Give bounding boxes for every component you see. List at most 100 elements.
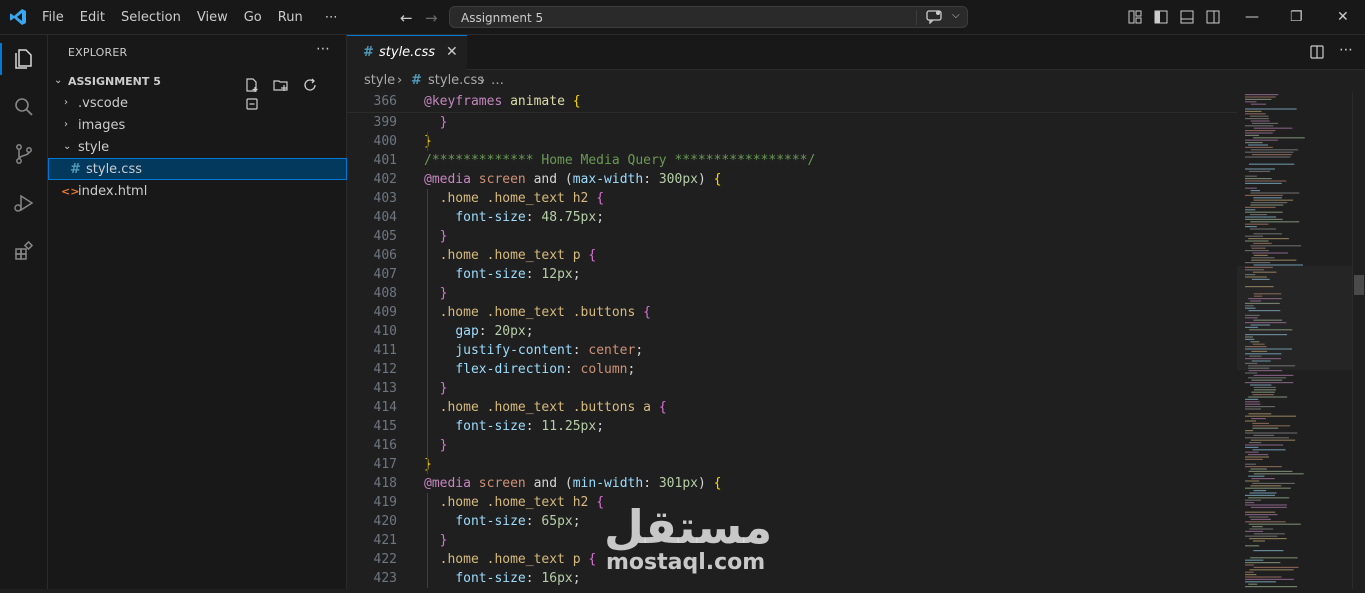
customize-layout-icon[interactable] [1128, 10, 1142, 24]
code-line[interactable]: 420 font-size: 65px; [347, 512, 1237, 531]
menu-edit[interactable]: Edit [72, 10, 113, 25]
back-arrow-icon[interactable]: ← [400, 9, 413, 27]
code-line[interactable]: 414 .home .home_text .buttons a { [347, 398, 1237, 417]
refresh-icon[interactable] [302, 77, 318, 93]
title-bar: File Edit Selection View Go Run ⋯ ← → As… [0, 0, 1365, 35]
code-line[interactable]: 419 .home .home_text h2 { [347, 493, 1237, 512]
tree-item-images[interactable]: › images [48, 115, 347, 137]
minimap-line [1252, 425, 1291, 427]
code-token: } [439, 115, 448, 130]
tree-item-style-folder[interactable]: ⌄ style [48, 137, 347, 159]
vscode-logo-icon[interactable] [9, 8, 27, 26]
code-line[interactable]: 404 font-size: 48.75px; [347, 208, 1237, 227]
code-line[interactable]: 406 .home .home_text p { [347, 246, 1237, 265]
search-icon[interactable] [12, 95, 36, 119]
line-number: 402 [373, 172, 397, 187]
minimap-line [1245, 420, 1256, 422]
menu-go[interactable]: Go [236, 10, 270, 25]
minimap[interactable] [1237, 92, 1352, 589]
minimap-line [1245, 240, 1269, 242]
menu-selection[interactable]: Selection [113, 10, 189, 25]
minimize-icon[interactable]: — [1245, 9, 1259, 25]
editor-more-button[interactable]: ⋯ [1339, 42, 1353, 58]
minimap-line [1250, 245, 1302, 247]
code-token: .home .home_text p [439, 248, 581, 263]
source-control-icon[interactable] [12, 142, 36, 166]
code-line[interactable]: 422 .home .home_text p { [347, 550, 1237, 569]
code-line[interactable]: 409 .home .home_text .buttons { [347, 303, 1237, 322]
code-line[interactable]: 423 font-size: 16px; [347, 569, 1237, 588]
run-debug-icon[interactable] [12, 191, 36, 215]
toggle-secondary-sidebar-icon[interactable] [1206, 10, 1220, 24]
extensions-icon[interactable] [12, 239, 36, 263]
code-line[interactable]: 413 } [347, 379, 1237, 398]
toggle-panel-icon[interactable] [1180, 10, 1194, 24]
minimap-line [1250, 192, 1300, 194]
code-line[interactable]: 408 } [347, 284, 1237, 303]
forward-arrow-icon[interactable]: → [425, 9, 438, 27]
code-line[interactable]: 410 gap: 20px; [347, 322, 1237, 341]
code-line[interactable]: 407 font-size: 12px; [347, 265, 1237, 284]
split-editor-icon[interactable] [1310, 45, 1324, 59]
tab-style-css[interactable]: # style.css ✕ [347, 35, 467, 70]
explorer-icon[interactable] [12, 47, 36, 71]
minimap-line [1251, 379, 1283, 381]
code-line[interactable]: 421 } [347, 531, 1237, 550]
minimap-line [1248, 516, 1269, 518]
code-line[interactable]: 417} [347, 455, 1237, 474]
chat-icon[interactable] [926, 10, 942, 24]
minimap-line [1253, 197, 1282, 199]
code-line[interactable]: 412 flex-direction: column; [347, 360, 1237, 379]
code-token: .home .home_text .buttons [439, 305, 636, 320]
code-line[interactable]: 405 } [347, 227, 1237, 246]
minimap-line [1245, 398, 1259, 400]
new-folder-icon[interactable] [273, 77, 289, 93]
code-line[interactable]: 399 } [347, 113, 1237, 132]
menu-file[interactable]: File [34, 10, 72, 25]
workspace-name: ASSIGNMENT 5 [68, 75, 161, 88]
menu-view[interactable]: View [189, 10, 236, 25]
code-line[interactable]: 415 font-size: 11.25px; [347, 417, 1237, 436]
code-token: max-width [572, 172, 644, 187]
minimap-line [1245, 576, 1282, 578]
breadcrumb-folder[interactable]: style [364, 73, 395, 88]
line-code: font-size: 48.75px; [424, 208, 604, 227]
code-line[interactable]: 402 @media screen and (max-width: 300px) … [347, 170, 1237, 189]
explorer-more-button[interactable]: ⋯ [316, 41, 330, 57]
minimap-line [1251, 478, 1275, 480]
line-number: 421 [373, 533, 397, 548]
minimap-slider[interactable] [1237, 266, 1352, 370]
code-editor[interactable]: 366@keyframes animate { 399 }400}401/****… [347, 92, 1237, 589]
tree-item-vscode[interactable]: › .vscode [48, 93, 347, 115]
code-token: /************* Home Media Query ********… [424, 153, 816, 168]
tree-item-index-html[interactable]: <> index.html [48, 181, 347, 203]
toggle-sidebar-icon[interactable] [1154, 10, 1168, 24]
new-file-icon[interactable] [244, 77, 260, 93]
command-center[interactable]: Assignment 5 ⌵ [449, 6, 968, 28]
chevron-down-icon[interactable]: ⌵ [952, 10, 960, 21]
close-window-icon[interactable]: ✕ [1337, 9, 1349, 25]
minimap-line [1245, 514, 1278, 516]
code-line[interactable]: 416 } [347, 436, 1237, 455]
minimap-line [1251, 154, 1292, 156]
breadcrumb-file[interactable]: style.css [428, 73, 484, 88]
tree-item-label: images [78, 118, 126, 133]
code-token: ; [525, 324, 534, 339]
code-line[interactable]: 400} [347, 132, 1237, 151]
restore-icon[interactable]: ❐ [1290, 9, 1303, 25]
code-line[interactable]: 418 @media screen and (min-width: 301px) … [347, 474, 1237, 493]
code-line[interactable]: 401 /************* Home Media Query *****… [347, 151, 1237, 170]
menu-more[interactable]: ⋯ [311, 10, 346, 25]
breadcrumb-symbol[interactable]: … [491, 73, 504, 88]
tree-item-style-css[interactable]: # style.css [48, 158, 347, 180]
vertical-scrollbar[interactable] [1352, 92, 1365, 589]
minimap-line [1245, 456, 1270, 458]
scrollbar-thumb[interactable] [1354, 275, 1364, 295]
close-icon[interactable]: ✕ [446, 44, 458, 60]
menu-run[interactable]: Run [270, 10, 311, 25]
minimap-line [1253, 264, 1304, 266]
code-line[interactable]: 403 .home .home_text h2 { [347, 189, 1237, 208]
sticky-scroll-line[interactable]: 366 @keyframes animate { [347, 92, 1237, 111]
workspace-section-header[interactable]: ⌄ ASSIGNMENT 5 [48, 72, 347, 110]
code-line[interactable]: 411 justify-content: center; [347, 341, 1237, 360]
